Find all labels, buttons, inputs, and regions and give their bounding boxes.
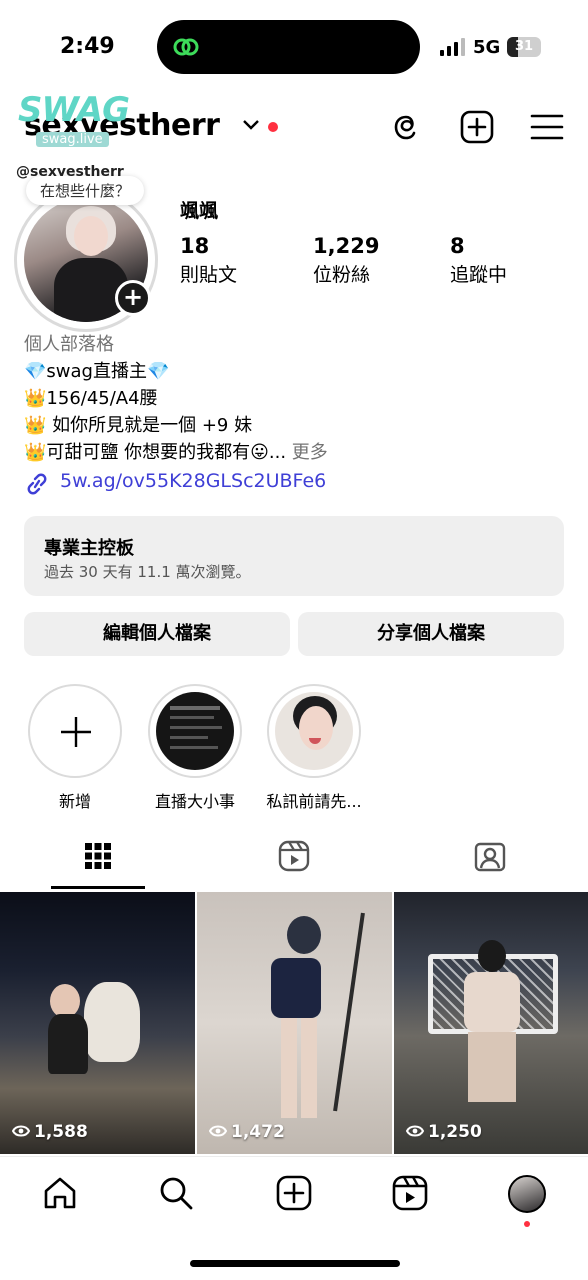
play-icon	[405, 1125, 425, 1137]
highlight-cover	[156, 692, 234, 770]
create-post-icon[interactable]	[460, 110, 494, 144]
view-count-value: 1,250	[428, 1122, 482, 1142]
tagged-icon	[474, 842, 506, 872]
profile-tabs	[0, 834, 588, 892]
battery-icon: 31	[507, 37, 541, 57]
post-thumbnail[interactable]: 1,588	[0, 892, 195, 1154]
active-tab-indicator	[51, 886, 145, 889]
bio-line-last: 👑可甜可鹽 你想要的我都有😛... 更多	[24, 439, 564, 466]
note-bubble[interactable]: 在想些什麼？	[26, 176, 145, 205]
plus-icon	[61, 717, 91, 747]
watermark-logo: SWAG	[18, 90, 130, 130]
stat-value: 18	[180, 234, 210, 258]
watermark-site: swag.live	[36, 132, 109, 147]
reels-icon	[278, 840, 310, 872]
view-count-value: 1,588	[34, 1122, 88, 1142]
network-type: 5G	[473, 37, 501, 58]
bio-more-link[interactable]: 更多	[292, 442, 328, 463]
nav-create[interactable]	[276, 1175, 316, 1215]
professional-dashboard[interactable]: 專業主控板 過去 30 天有 11.1 萬次瀏覽。	[24, 516, 564, 596]
share-profile-button[interactable]: 分享個人檔案	[298, 612, 564, 656]
notification-dot	[268, 122, 278, 132]
stat-value: 1,229	[313, 234, 380, 258]
menu-icon[interactable]	[530, 110, 564, 144]
bio-link-text[interactable]: 5w.ag/ov55K28GLSc2UBFe6	[60, 470, 326, 492]
bio: 個人部落格 💎swag直播主💎 👑156/45/A4腰 👑 如你所見就是一個 +…	[24, 332, 564, 466]
followers-count[interactable]: 1,229 位粉絲	[313, 234, 379, 287]
post-grid: 1,588 1,472 1,250	[0, 892, 588, 1154]
highlight-ring	[28, 684, 122, 778]
search-icon	[160, 1177, 193, 1210]
post-thumbnail[interactable]: 1,250	[394, 892, 588, 1154]
nav-home[interactable]	[42, 1175, 82, 1215]
bio-line: 👑 如你所見就是一個 +9 妹	[24, 415, 253, 436]
dynamic-island	[157, 20, 420, 74]
highlight-ring	[148, 684, 242, 778]
display-name: 颯颯	[180, 200, 219, 222]
threads-icon[interactable]	[390, 110, 424, 144]
nav-reels[interactable]	[392, 1175, 432, 1215]
highlight-label: 私訊前請先...	[266, 792, 362, 811]
stat-label: 追蹤中	[450, 264, 508, 286]
threads-activity-icon	[173, 38, 199, 56]
highlight-live[interactable]: 直播大小事	[147, 684, 243, 812]
play-icon	[208, 1125, 228, 1137]
bio-category: 個人部落格	[24, 334, 114, 355]
stat-label: 位粉絲	[313, 264, 371, 286]
bio-line: 👑可甜可鹽 你想要的我都有😛...	[24, 442, 287, 463]
signal-icon	[440, 38, 465, 56]
reels-icon	[392, 1175, 428, 1211]
profile-avatar-icon	[508, 1175, 546, 1213]
tab-tagged[interactable]	[392, 834, 588, 890]
battery-level: 31	[514, 39, 534, 54]
post-thumbnail[interactable]: 1,472	[197, 892, 392, 1154]
grid-icon	[85, 843, 111, 869]
nav-profile[interactable]	[508, 1175, 548, 1227]
bio-line: 👑156/45/A4腰	[24, 388, 158, 409]
dashboard-title: 專業主控板	[44, 538, 134, 559]
highlight-label: 直播大小事	[154, 792, 235, 811]
view-count: 1,250	[405, 1122, 482, 1142]
highlight-ring	[267, 684, 361, 778]
home-indicator	[190, 1260, 400, 1267]
notification-dot	[524, 1221, 530, 1227]
following-count[interactable]: 8 追蹤中	[450, 234, 507, 287]
play-icon	[11, 1125, 31, 1137]
create-icon	[276, 1175, 312, 1211]
home-icon	[44, 1177, 76, 1209]
posts-count[interactable]: 18 則貼文	[180, 234, 237, 287]
tab-grid[interactable]	[0, 834, 196, 890]
status-time: 2:49	[60, 34, 115, 59]
status-bar: 2:49 5G 31	[0, 0, 588, 90]
nav-search[interactable]	[158, 1175, 198, 1215]
stat-value: 8	[450, 234, 465, 258]
view-count: 1,472	[208, 1122, 285, 1142]
add-story-button[interactable]: +	[115, 280, 151, 316]
stat-label: 則貼文	[180, 264, 238, 286]
highlight-dm[interactable]: 私訊前請先...	[266, 684, 362, 812]
dashboard-subtitle: 過去 30 天有 11.1 萬次瀏覽。	[44, 563, 251, 581]
link-icon	[27, 473, 47, 495]
highlight-new[interactable]: 新增	[27, 684, 123, 812]
bio-line: 💎swag直播主💎	[24, 361, 170, 382]
chevron-down-icon[interactable]	[242, 118, 260, 132]
swag-watermark: SWAG swag.live	[18, 90, 138, 160]
tab-reels[interactable]	[196, 834, 392, 890]
view-count: 1,588	[11, 1122, 88, 1142]
highlight-label: 新增	[58, 792, 91, 811]
view-count-value: 1,472	[231, 1122, 285, 1142]
edit-profile-button[interactable]: 編輯個人檔案	[24, 612, 290, 656]
highlight-cover	[275, 692, 353, 770]
